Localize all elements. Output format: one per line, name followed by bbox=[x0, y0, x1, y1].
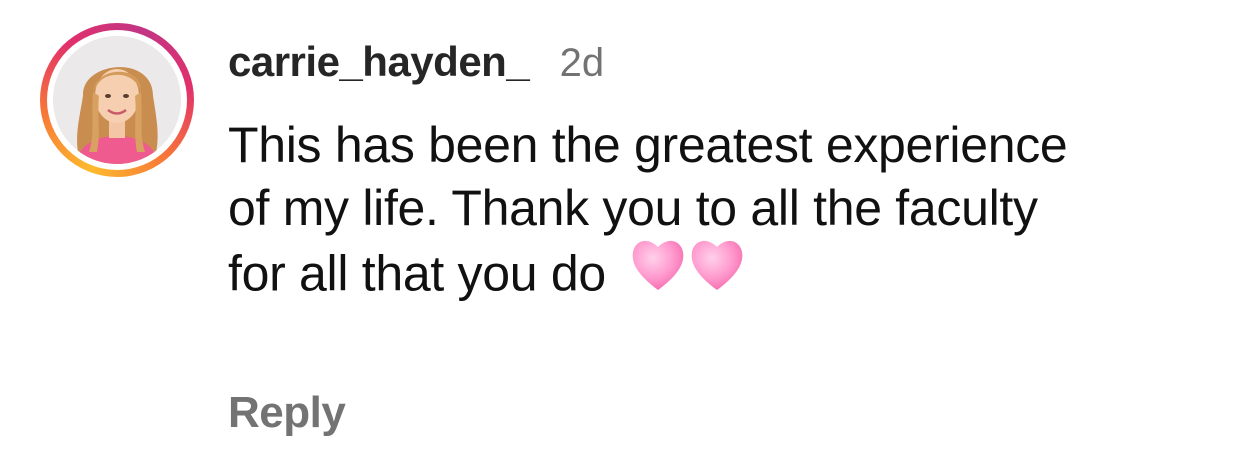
pink-heart-icon bbox=[633, 240, 743, 290]
comment-item: carrie_hayden_ 2d This has been the grea… bbox=[0, 0, 1236, 453]
avatar-border bbox=[47, 30, 187, 170]
username-link[interactable]: carrie_hayden_ bbox=[228, 38, 530, 85]
comment-header: carrie_hayden_ 2d bbox=[228, 38, 604, 86]
timestamp: 2d bbox=[559, 41, 605, 85]
avatar-image bbox=[53, 36, 181, 164]
reply-button[interactable]: Reply bbox=[228, 388, 346, 438]
emoji-group bbox=[629, 234, 747, 309]
avatar[interactable] bbox=[53, 36, 181, 164]
comment-text-container: This has been the greatest experience of… bbox=[228, 114, 1088, 315]
story-ring[interactable] bbox=[40, 23, 194, 177]
